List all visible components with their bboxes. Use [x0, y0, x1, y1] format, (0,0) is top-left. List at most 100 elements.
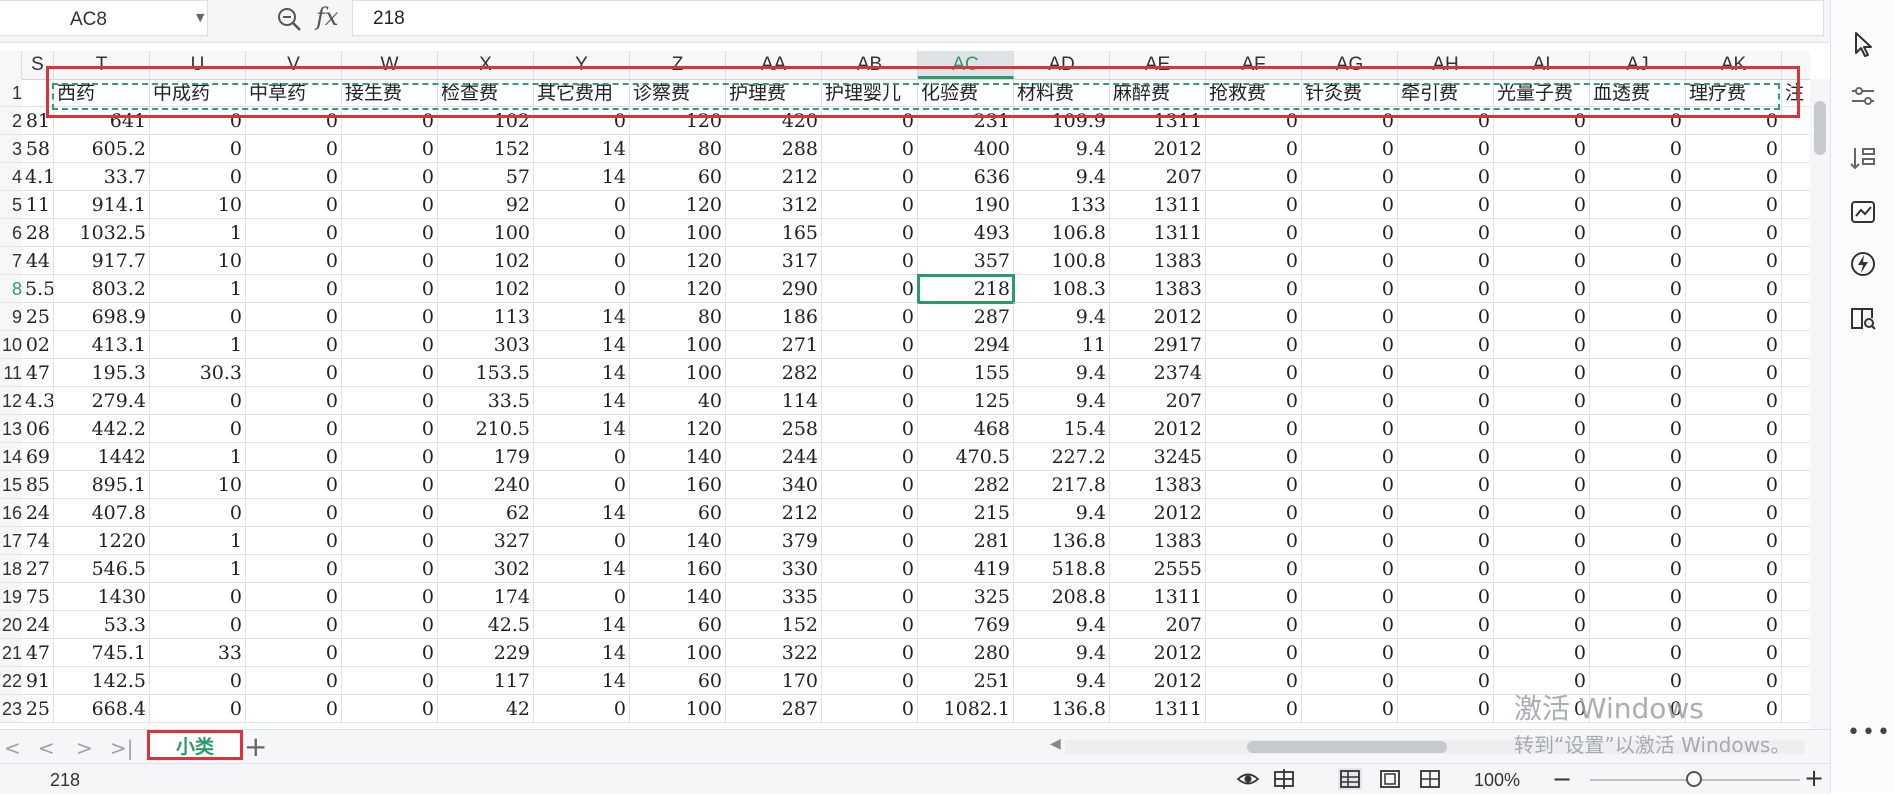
cell-ai20[interactable]: 0	[1494, 611, 1590, 639]
cell-af17[interactable]: 0	[1206, 527, 1302, 555]
cell-aj7[interactable]: 0	[1590, 247, 1686, 275]
cell-y21[interactable]: 14	[534, 639, 630, 667]
cell-x2[interactable]: 102	[438, 107, 534, 135]
zoom-out-button[interactable]: −	[1552, 765, 1572, 793]
cell-w19[interactable]: 0	[342, 583, 438, 611]
cell-t15[interactable]: 895.1	[54, 471, 150, 499]
cell-ah9[interactable]: 0	[1398, 303, 1494, 331]
cell-aa21[interactable]: 322	[726, 639, 822, 667]
cell-aj13[interactable]: 0	[1590, 415, 1686, 443]
cell-af12[interactable]: 0	[1206, 387, 1302, 415]
cell-ak6[interactable]: 0	[1686, 219, 1782, 247]
column-header-ah[interactable]: AH	[1398, 51, 1494, 79]
cell-w8[interactable]: 0	[342, 275, 438, 303]
cell-t4[interactable]: 33.7	[54, 163, 150, 191]
cell-ab22[interactable]: 0	[822, 667, 918, 695]
cell-ab1[interactable]: 护理婴儿	[822, 79, 918, 107]
cell-w7[interactable]: 0	[342, 247, 438, 275]
cell-ag22[interactable]: 0	[1302, 667, 1398, 695]
cell-aa18[interactable]: 330	[726, 555, 822, 583]
column-header-ag[interactable]: AG	[1302, 51, 1398, 79]
cell-al9[interactable]: 0	[1782, 303, 1810, 331]
cell-af15[interactable]: 0	[1206, 471, 1302, 499]
cell-ak10[interactable]: 0	[1686, 331, 1782, 359]
cell-t9[interactable]: 698.9	[54, 303, 150, 331]
cell-ag5[interactable]: 0	[1302, 191, 1398, 219]
cell-y19[interactable]: 0	[534, 583, 630, 611]
cell-ae2[interactable]: 1311	[1110, 107, 1206, 135]
cell-t16[interactable]: 407.8	[54, 499, 150, 527]
cell-ae21[interactable]: 2012	[1110, 639, 1206, 667]
cell-y5[interactable]: 0	[534, 191, 630, 219]
cell-t1[interactable]: 西药	[54, 79, 150, 107]
cell-ak5[interactable]: 0	[1686, 191, 1782, 219]
cell-y3[interactable]: 14	[534, 135, 630, 163]
cell-ai18[interactable]: 0	[1494, 555, 1590, 583]
cell-x19[interactable]: 174	[438, 583, 534, 611]
row-header-21[interactable]: 21	[0, 639, 22, 667]
cell-al15[interactable]: 0	[1782, 471, 1810, 499]
cell-ah13[interactable]: 0	[1398, 415, 1494, 443]
cell-ab11[interactable]: 0	[822, 359, 918, 387]
cell-ag14[interactable]: 0	[1302, 443, 1398, 471]
cell-w16[interactable]: 0	[342, 499, 438, 527]
cell-z14[interactable]: 140	[630, 443, 726, 471]
row-header-22[interactable]: 22	[0, 667, 22, 695]
cell-af5[interactable]: 0	[1206, 191, 1302, 219]
cell-ag18[interactable]: 0	[1302, 555, 1398, 583]
cell-al4[interactable]: 0	[1782, 163, 1810, 191]
zoom-level[interactable]: 100%	[1474, 770, 1520, 791]
cell-t19[interactable]: 1430	[54, 583, 150, 611]
cell-v8[interactable]: 0	[246, 275, 342, 303]
cell-ad6[interactable]: 106.8	[1014, 219, 1110, 247]
cell-ai21[interactable]: 0	[1494, 639, 1590, 667]
row-header-16[interactable]: 16	[0, 499, 22, 527]
cell-y17[interactable]: 0	[534, 527, 630, 555]
row-header-9[interactable]: 9	[0, 303, 22, 331]
cell-t14[interactable]: 1442	[54, 443, 150, 471]
cell-ac5[interactable]: 190	[918, 191, 1014, 219]
cell-af22[interactable]: 0	[1206, 667, 1302, 695]
column-header-ad[interactable]: AD	[1014, 51, 1110, 79]
cell-s22[interactable]: 91	[22, 667, 54, 695]
page-break-icon[interactable]	[1418, 768, 1442, 790]
column-header-ae[interactable]: AE	[1110, 51, 1206, 79]
cell-x14[interactable]: 179	[438, 443, 534, 471]
cell-aj22[interactable]: 0	[1590, 667, 1686, 695]
cell-ag1[interactable]: 针灸费	[1302, 79, 1398, 107]
cell-y9[interactable]: 14	[534, 303, 630, 331]
cell-ak7[interactable]: 0	[1686, 247, 1782, 275]
row-header-3[interactable]: 3	[0, 135, 22, 163]
cell-aa7[interactable]: 317	[726, 247, 822, 275]
cell-ak11[interactable]: 0	[1686, 359, 1782, 387]
cell-ad18[interactable]: 518.8	[1014, 555, 1110, 583]
cell-al8[interactable]: 0	[1782, 275, 1810, 303]
page-layout-icon[interactable]	[1378, 768, 1402, 790]
formula-input[interactable]: 218	[352, 0, 1824, 36]
corner-cell[interactable]	[0, 51, 22, 79]
cell-v9[interactable]: 0	[246, 303, 342, 331]
cell-y7[interactable]: 0	[534, 247, 630, 275]
cell-u14[interactable]: 1	[150, 443, 246, 471]
row-header-2[interactable]: 2	[0, 107, 22, 135]
cell-aa14[interactable]: 244	[726, 443, 822, 471]
cell-al20[interactable]: 0	[1782, 611, 1810, 639]
cell-ab8[interactable]: 0	[822, 275, 918, 303]
cell-af6[interactable]: 0	[1206, 219, 1302, 247]
cell-ag6[interactable]: 0	[1302, 219, 1398, 247]
normal-view-icon[interactable]	[1338, 768, 1362, 790]
cell-ae23[interactable]: 1311	[1110, 695, 1206, 723]
cell-ae10[interactable]: 2917	[1110, 331, 1206, 359]
cell-ab20[interactable]: 0	[822, 611, 918, 639]
cell-aa19[interactable]: 335	[726, 583, 822, 611]
cell-ac8[interactable]: 218	[917, 274, 1015, 304]
cell-al22[interactable]: 0	[1782, 667, 1810, 695]
cell-x18[interactable]: 302	[438, 555, 534, 583]
cell-ae16[interactable]: 2012	[1110, 499, 1206, 527]
cell-ad2[interactable]: 109.9	[1014, 107, 1110, 135]
cell-ai14[interactable]: 0	[1494, 443, 1590, 471]
row-header-15[interactable]: 15	[0, 471, 22, 499]
cell-ak22[interactable]: 0	[1686, 667, 1782, 695]
cell-t3[interactable]: 605.2	[54, 135, 150, 163]
cell-z16[interactable]: 60	[630, 499, 726, 527]
